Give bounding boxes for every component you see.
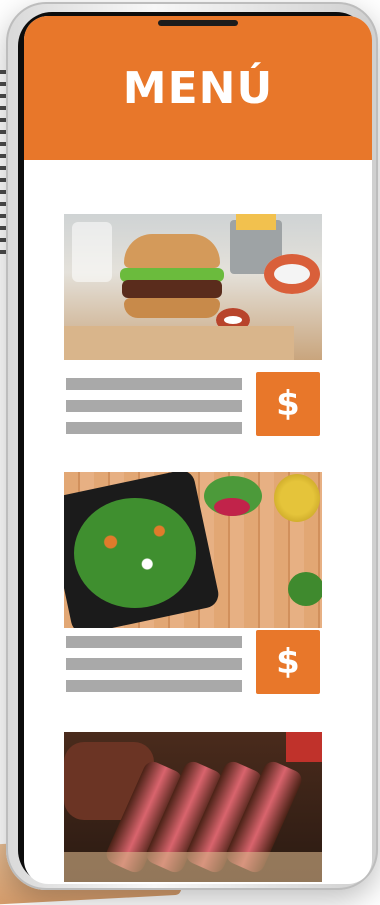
page-title: MENÚ: [122, 62, 274, 114]
salad-description-placeholder: [66, 636, 242, 702]
steak-photo[interactable]: [64, 732, 322, 882]
speaker-grille: [158, 20, 238, 26]
menu-header: MENÚ: [24, 16, 372, 160]
burger-description-placeholder: [66, 378, 242, 444]
text-placeholder-line: [66, 636, 242, 648]
text-placeholder-line: [66, 400, 242, 412]
smartphone-frame: MENÚ $ $: [6, 2, 378, 890]
price-button-salad[interactable]: $: [256, 630, 320, 694]
burger-photo[interactable]: [64, 214, 322, 360]
text-placeholder-line: [66, 422, 242, 434]
phone-screen: MENÚ $ $: [24, 16, 372, 884]
price-button-burger[interactable]: $: [256, 372, 320, 436]
text-placeholder-line: [66, 658, 242, 670]
salad-photo[interactable]: [64, 472, 322, 628]
text-placeholder-line: [66, 378, 242, 390]
text-placeholder-line: [66, 680, 242, 692]
